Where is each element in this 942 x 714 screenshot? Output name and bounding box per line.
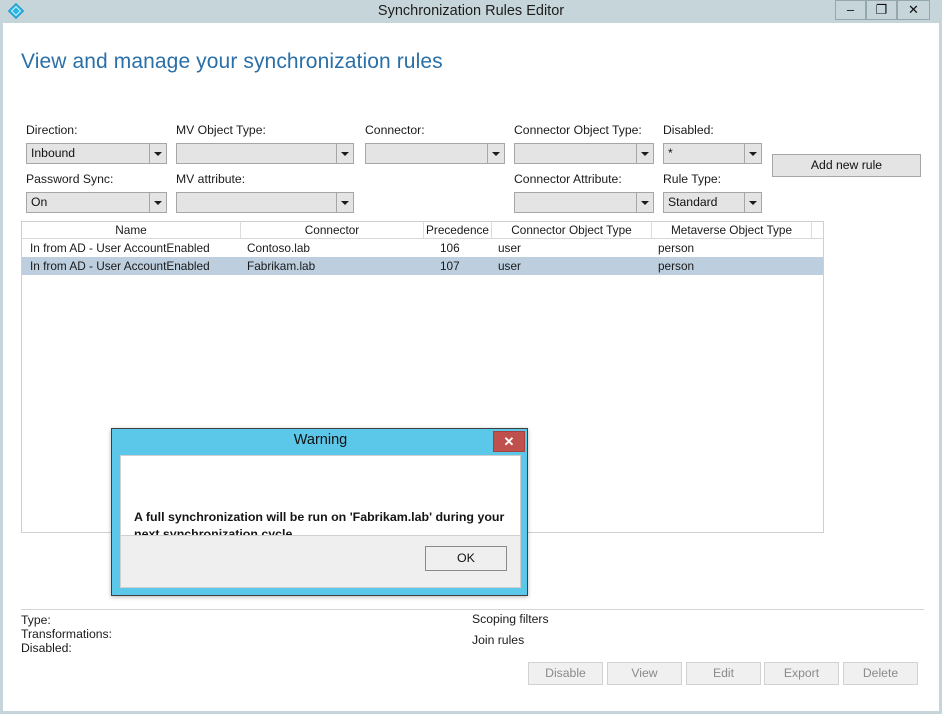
cell-name: In from AD - User AccountEnabled [30, 240, 210, 255]
mv-object-type-value [177, 144, 336, 163]
disable-button[interactable]: Disable [528, 662, 603, 685]
warning-dialog: Warning ✕ A full synchronization will be… [111, 428, 528, 596]
warning-dialog-title: Warning [293, 432, 348, 448]
label-mv-attribute: MV attribute: [176, 172, 246, 186]
direction-dropdown[interactable]: Inbound [26, 143, 167, 164]
mv-object-type-dropdown[interactable] [176, 143, 354, 164]
password-sync-dropdown[interactable]: On [26, 192, 167, 213]
label-connector-attribute: Connector Attribute: [514, 172, 622, 186]
label-password-sync: Password Sync: [26, 172, 114, 186]
scoping-filters-link[interactable]: Scoping filters [472, 612, 549, 626]
connector-attribute-dropdown[interactable] [514, 192, 654, 213]
detail-type-label: Type: [21, 613, 51, 627]
label-connector-object-type: Connector Object Type: [514, 123, 642, 137]
client-area: View and manage your synchronization rul… [2, 22, 940, 712]
column-header-connector[interactable]: Connector [241, 222, 424, 238]
cell-connector: Contoso.lab [247, 240, 310, 255]
rules-table-header: Name Connector Precedence Connector Obje… [22, 222, 823, 239]
column-header-connector-object-type[interactable]: Connector Object Type [492, 222, 652, 238]
label-rule-type: Rule Type: [663, 172, 722, 186]
chevron-down-icon[interactable] [149, 144, 166, 163]
detail-separator [21, 609, 924, 610]
chevron-down-icon[interactable] [636, 144, 653, 163]
column-header-precedence[interactable]: Precedence [424, 222, 492, 238]
chevron-down-icon[interactable] [744, 193, 761, 212]
column-header-spacer [812, 222, 823, 238]
connector-dropdown[interactable] [365, 143, 505, 164]
window-title-bar: Synchronization Rules Editor – ❐ ✕ [0, 0, 942, 22]
connector-object-type-value [515, 144, 636, 163]
password-sync-value: On [31, 195, 48, 209]
connector-attribute-value [515, 193, 636, 212]
cell-precedence: 106 [440, 240, 460, 255]
label-direction: Direction: [26, 123, 78, 137]
sync-rules-editor-window: Synchronization Rules Editor – ❐ ✕ View … [0, 0, 942, 714]
cell-connector-object-type: user [498, 240, 521, 255]
cell-connector-object-type: user [498, 258, 521, 273]
table-row[interactable]: In from AD - User AccountEnabled Contoso… [22, 239, 823, 257]
minimize-button[interactable]: – [835, 0, 866, 20]
delete-button[interactable]: Delete [843, 662, 918, 685]
column-header-name[interactable]: Name [22, 222, 241, 238]
disabled-dropdown[interactable]: * [663, 143, 762, 164]
close-icon[interactable]: ✕ [493, 431, 525, 452]
chevron-down-icon[interactable] [336, 144, 353, 163]
cell-metaverse-object-type: person [658, 240, 695, 255]
rule-type-value: Standard [668, 195, 718, 209]
close-button[interactable]: ✕ [897, 0, 930, 20]
disabled-value: * [668, 146, 673, 160]
cell-connector: Fabrikam.lab [247, 258, 316, 273]
label-mv-object-type: MV Object Type: [176, 123, 266, 137]
rule-type-dropdown[interactable]: Standard [663, 192, 762, 213]
detail-transformations-label: Transformations: [21, 627, 112, 641]
warning-dialog-footer: OK [120, 535, 521, 588]
mv-attribute-dropdown[interactable] [176, 192, 354, 213]
page-title: View and manage your synchronization rul… [21, 50, 443, 73]
detail-disabled-label: Disabled: [21, 641, 72, 655]
chevron-down-icon[interactable] [149, 193, 166, 212]
chevron-down-icon[interactable] [336, 193, 353, 212]
join-rules-link[interactable]: Join rules [472, 633, 524, 647]
direction-value: Inbound [31, 146, 76, 160]
label-connector: Connector: [365, 123, 425, 137]
label-disabled-filter: Disabled: [663, 123, 714, 137]
view-button[interactable]: View [607, 662, 682, 685]
cell-name: In from AD - User AccountEnabled [30, 258, 210, 273]
warning-dialog-body: A full synchronization will be run on 'F… [120, 455, 521, 541]
add-new-rule-button[interactable]: Add new rule [772, 154, 921, 177]
cell-metaverse-object-type: person [658, 258, 695, 273]
chevron-down-icon[interactable] [487, 144, 504, 163]
connector-value [366, 144, 487, 163]
connector-object-type-dropdown[interactable] [514, 143, 654, 164]
table-row[interactable]: In from AD - User AccountEnabled Fabrika… [22, 257, 823, 275]
export-button[interactable]: Export [764, 662, 839, 685]
window-title: Synchronization Rules Editor [377, 3, 565, 19]
chevron-down-icon[interactable] [636, 193, 653, 212]
edit-button[interactable]: Edit [686, 662, 761, 685]
ok-button[interactable]: OK [425, 546, 507, 571]
cell-precedence: 107 [440, 258, 460, 273]
warning-dialog-titlebar: Warning ✕ [112, 429, 529, 455]
chevron-down-icon[interactable] [744, 144, 761, 163]
maximize-button[interactable]: ❐ [866, 0, 897, 20]
column-header-metaverse-object-type[interactable]: Metaverse Object Type [652, 222, 812, 238]
mv-attribute-value [177, 193, 336, 212]
